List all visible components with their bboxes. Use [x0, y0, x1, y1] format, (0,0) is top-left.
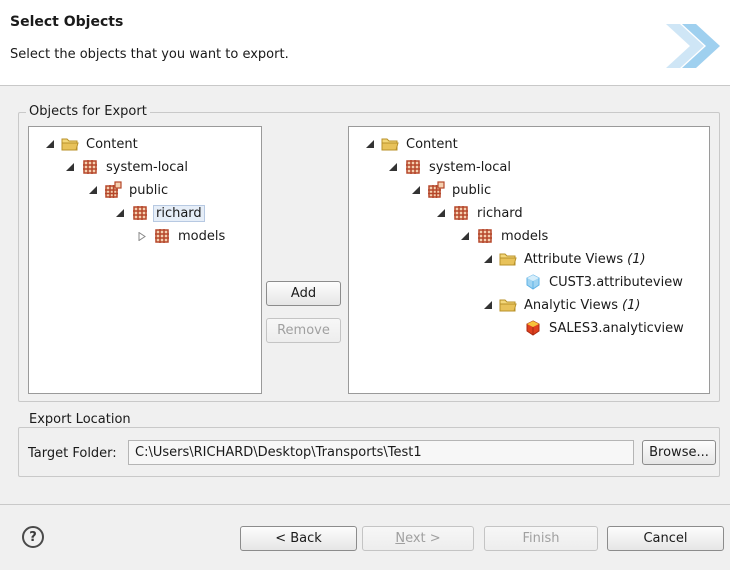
tree-item-label: Content [406, 136, 458, 152]
back-button[interactable]: < Back [240, 526, 357, 551]
objects-for-export-label: Objects for Export [26, 104, 150, 119]
package-icon [452, 205, 470, 221]
tree-item-system-local[interactable]: system-local [64, 156, 190, 178]
tree-item-attribute-views[interactable]: Attribute Views (1) [482, 248, 648, 270]
expanded-arrow-icon[interactable] [364, 138, 376, 150]
expanded-arrow-icon[interactable] [64, 161, 76, 173]
folder-icon [381, 136, 399, 152]
add-button[interactable]: Add [266, 281, 341, 306]
tree-item-public[interactable]: public [87, 179, 170, 201]
expanded-arrow-icon[interactable] [459, 230, 471, 242]
expanded-arrow-icon[interactable] [482, 253, 494, 265]
expanded-arrow-icon[interactable] [44, 138, 56, 150]
attribute-view-icon [524, 274, 542, 290]
tree-item-label: models [178, 228, 226, 244]
no-arrow-spacer [507, 322, 519, 334]
folder-icon [499, 251, 517, 267]
expanded-arrow-icon[interactable] [87, 184, 99, 196]
tree-item-label: models [501, 228, 549, 244]
wizard-header: Select Objects Select the objects that y… [0, 0, 730, 86]
tree-item-models[interactable]: models [459, 225, 550, 247]
next-button[interactable]: Next > [362, 526, 474, 551]
next-mnemonic: N [395, 531, 406, 546]
folder-icon [61, 136, 79, 152]
collapsed-arrow-icon[interactable] [136, 230, 148, 242]
package-icon [404, 159, 422, 175]
tree-item-cust3-attributeview[interactable]: CUST3.attributeview [507, 271, 685, 293]
target-folder-field[interactable]: C:\Users\RICHARD\Desktop\Transports\Test… [128, 440, 634, 465]
tree-item-count: (1) [627, 251, 646, 267]
page-title: Select Objects [10, 14, 124, 30]
page-description: Select the objects that you want to expo… [10, 47, 289, 62]
help-icon[interactable]: ? [22, 526, 44, 548]
tree-item-label: public [129, 182, 169, 198]
tree-item-label: public [452, 182, 492, 198]
export-location-label: Export Location [26, 412, 134, 427]
folder-icon [499, 297, 517, 313]
tree-item-content[interactable]: Content [44, 133, 140, 155]
tree-item-count: (1) [622, 297, 641, 313]
available-objects-tree[interactable]: Content system-local public richard mode… [28, 126, 262, 394]
expanded-arrow-icon[interactable] [435, 207, 447, 219]
tree-item-richard[interactable]: richard [435, 202, 525, 224]
tree-item-content[interactable]: Content [364, 133, 460, 155]
target-folder-label: Target Folder: [28, 446, 117, 461]
select-objects-dialog: Select Objects Select the objects that y… [0, 0, 730, 570]
tree-item-models[interactable]: models [136, 225, 227, 247]
finish-button[interactable]: Finish [484, 526, 598, 551]
tree-item-label: Attribute Views [524, 251, 624, 267]
analytic-view-icon [524, 320, 542, 336]
browse-button[interactable]: Browse... [642, 440, 716, 465]
expanded-arrow-icon[interactable] [114, 207, 126, 219]
tree-item-label: SALES3.analyticview [549, 320, 684, 336]
package-public-icon [104, 181, 122, 198]
tree-item-label: Content [86, 136, 138, 152]
expanded-arrow-icon[interactable] [387, 161, 399, 173]
tree-item-system-local[interactable]: system-local [387, 156, 513, 178]
tree-item-label: richard [153, 204, 205, 222]
tree-item-label: system-local [429, 159, 511, 175]
tree-item-richard[interactable]: richard [114, 202, 205, 224]
package-icon [131, 205, 149, 221]
remove-button[interactable]: Remove [266, 318, 341, 343]
wizard-banner-icon [666, 24, 720, 68]
package-public-icon [427, 181, 445, 198]
expanded-arrow-icon[interactable] [410, 184, 422, 196]
package-icon [476, 228, 494, 244]
no-arrow-spacer [507, 276, 519, 288]
expanded-arrow-icon[interactable] [482, 299, 494, 311]
tree-item-public[interactable]: public [410, 179, 493, 201]
cancel-button[interactable]: Cancel [607, 526, 724, 551]
tree-item-analytic-views[interactable]: Analytic Views (1) [482, 294, 642, 316]
package-icon [81, 159, 99, 175]
package-icon [153, 228, 171, 244]
tree-item-label: CUST3.attributeview [549, 274, 683, 290]
footer-separator [0, 504, 730, 505]
tree-item-sales3-analyticview[interactable]: SALES3.analyticview [507, 317, 686, 339]
tree-item-label: system-local [106, 159, 188, 175]
tree-item-label: Analytic Views [524, 297, 619, 313]
selected-objects-tree[interactable]: Content system-local public richard mode… [348, 126, 710, 394]
next-label: ext > [405, 531, 441, 546]
tree-item-label: richard [477, 205, 523, 221]
